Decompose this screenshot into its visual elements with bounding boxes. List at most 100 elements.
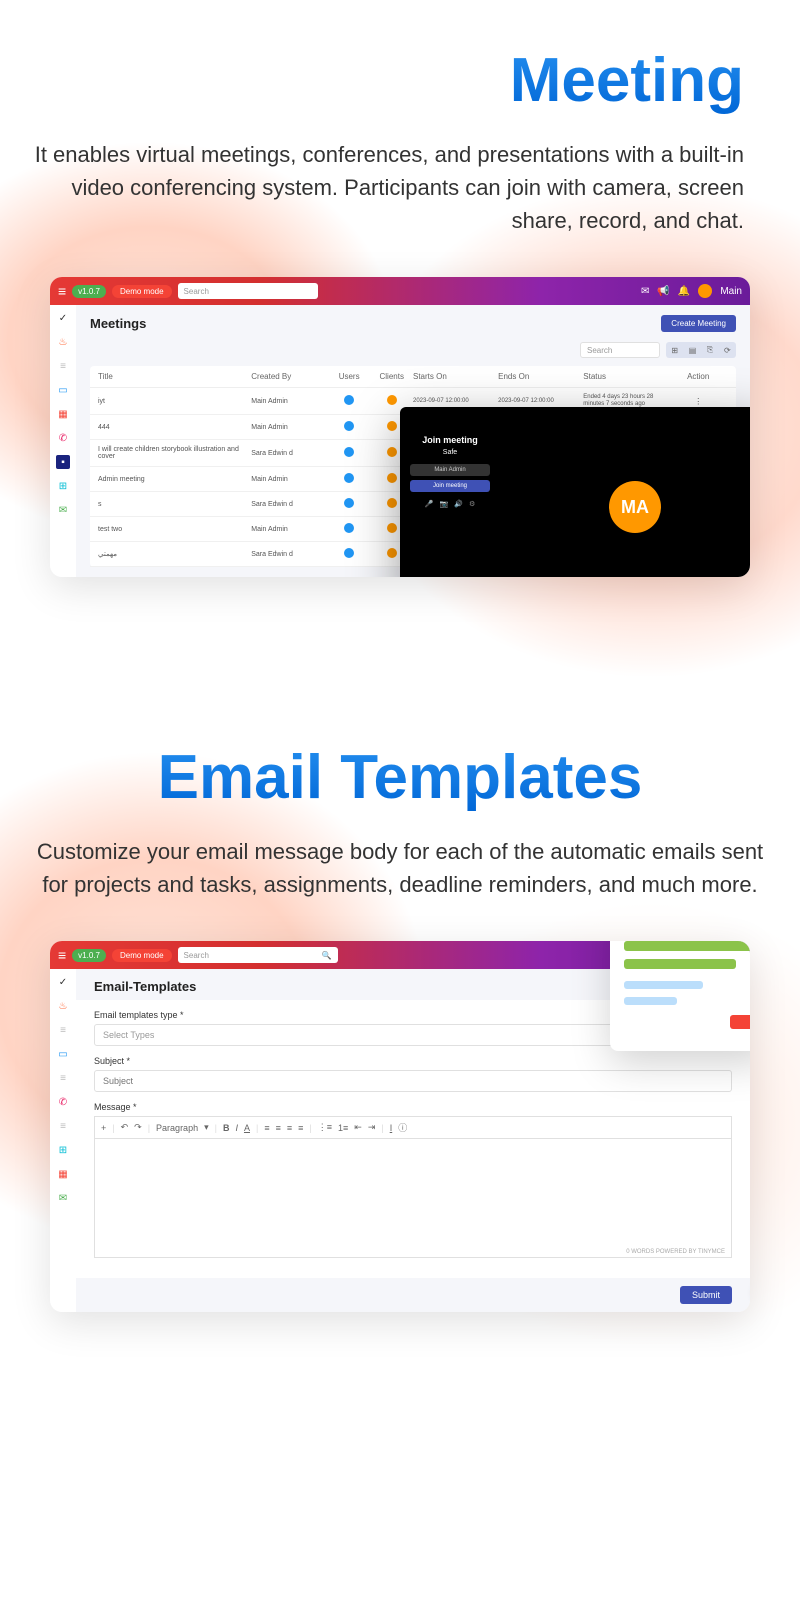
user-name[interactable]: Main xyxy=(720,286,742,297)
cell-users xyxy=(328,523,371,535)
tb-align-justify-icon[interactable]: ≡ xyxy=(298,1123,303,1133)
chevron-down-icon[interactable]: ▾ xyxy=(204,1122,209,1133)
name-input[interactable]: Main Admin xyxy=(410,464,490,476)
tb-plus-icon[interactable]: + xyxy=(101,1123,106,1133)
tb-redo-icon[interactable]: ↷ xyxy=(134,1122,142,1133)
cell-users xyxy=(328,548,371,560)
cell-status: Ended 4 days 23 hours 28 minutes 7 secon… xyxy=(583,394,668,408)
settings-icon[interactable]: ⚙ xyxy=(469,500,475,508)
th-starts[interactable]: Starts On xyxy=(413,372,498,381)
create-meeting-button[interactable]: Create Meeting xyxy=(661,315,736,332)
editor-footer: 0 WORDS POWERED BY TINYMCE xyxy=(626,1249,725,1255)
template-preview-card xyxy=(610,941,750,1051)
video-call-overlay: Join meeting Safe Main Admin Join meetin… xyxy=(400,407,750,577)
menu-icon[interactable]: ≡ xyxy=(58,283,66,299)
th-clients[interactable]: Clients xyxy=(370,372,413,381)
tb-indent-icon[interactable]: ⇥ xyxy=(368,1122,376,1133)
join-title: Join meeting xyxy=(410,435,490,445)
mail-icon[interactable]: ✉ xyxy=(641,286,649,297)
cell-action[interactable]: ⋮ xyxy=(668,397,728,406)
tb-numlist-icon[interactable]: 1≡ xyxy=(338,1123,348,1133)
sidebar: ✓ ♨ ≡ ▭ ≡ ✆ ≡ ⊞ ▦ ✉ xyxy=(50,969,76,1312)
sidebar-msg-icon[interactable]: ✉ xyxy=(56,1191,70,1205)
tb-clear-icon[interactable]: I xyxy=(390,1123,393,1133)
tb-undo-icon[interactable]: ↶ xyxy=(121,1122,129,1133)
cell-ends: 2023-09-07 12:00:00 xyxy=(498,398,583,405)
sidebar-cal-icon[interactable]: ▦ xyxy=(56,1167,70,1181)
meeting-title: Meeting xyxy=(0,0,800,116)
cell-title: 444 xyxy=(98,424,251,431)
message-label: Message * xyxy=(94,1102,732,1112)
tb-color-icon[interactable]: A xyxy=(244,1123,250,1133)
sidebar-list2-icon[interactable]: ≡ xyxy=(56,1071,70,1085)
tb-align-left-icon[interactable]: ≡ xyxy=(264,1123,269,1133)
cell-title: Admin meeting xyxy=(98,476,251,483)
participant-avatar: MA xyxy=(609,481,661,533)
sidebar-grid-icon[interactable]: ⊞ xyxy=(56,1143,70,1157)
th-ends[interactable]: Ends On xyxy=(498,372,583,381)
tb-bold-icon[interactable]: B xyxy=(223,1123,230,1133)
avatar[interactable] xyxy=(698,284,712,298)
email-title: Email Templates xyxy=(0,697,800,813)
sidebar-flame-icon[interactable]: ♨ xyxy=(56,999,70,1013)
join-button[interactable]: Join meeting xyxy=(410,480,490,492)
cell-users xyxy=(328,447,371,459)
preview-line xyxy=(624,997,677,1005)
email-app-card: ≡ v1.0.7 Demo mode Search🔍 ✓ ♨ ≡ ▭ ≡ ✆ ≡… xyxy=(50,941,750,1312)
preview-line xyxy=(624,959,736,969)
table-search-input[interactable]: Search xyxy=(580,342,660,358)
sidebar-list3-icon[interactable]: ≡ xyxy=(56,1119,70,1133)
cell-clients xyxy=(370,395,413,407)
sidebar-flame-icon[interactable]: ♨ xyxy=(56,335,70,349)
th-status[interactable]: Status xyxy=(583,372,668,381)
sidebar-doc-icon[interactable]: ▭ xyxy=(56,1047,70,1061)
search-input[interactable]: Search🔍 xyxy=(178,947,338,963)
cell-users xyxy=(328,395,371,407)
sidebar-list-icon[interactable]: ≡ xyxy=(56,1023,70,1037)
cell-created: Main Admin xyxy=(251,424,328,431)
submit-button[interactable]: Submit xyxy=(680,1286,732,1304)
tb-outdent-icon[interactable]: ⇤ xyxy=(354,1122,362,1133)
cell-title: test two xyxy=(98,526,251,533)
editor-body[interactable]: 0 WORDS POWERED BY TINYMCE xyxy=(94,1138,732,1258)
cell-starts: 2023-09-07 12:00:00 xyxy=(413,398,498,405)
th-title[interactable]: Title xyxy=(98,372,251,381)
sidebar-check-icon[interactable]: ✓ xyxy=(56,311,70,325)
sidebar-phone-icon[interactable]: ✆ xyxy=(56,431,70,445)
sidebar-check-icon[interactable]: ✓ xyxy=(56,975,70,989)
announce-icon[interactable]: 📢 xyxy=(657,286,669,297)
th-users[interactable]: Users xyxy=(328,372,371,381)
search-input[interactable]: Search xyxy=(178,283,318,299)
sidebar-active-icon[interactable]: ▪ xyxy=(56,455,70,469)
subject-input[interactable] xyxy=(94,1070,732,1092)
th-action[interactable]: Action xyxy=(668,372,728,381)
editor-toolbar[interactable]: + | ↶ ↷ | Paragraph ▾ | B I A xyxy=(94,1116,732,1138)
email-desc: Customize your email message body for ea… xyxy=(0,813,800,901)
sidebar-phone-icon[interactable]: ✆ xyxy=(56,1095,70,1109)
sidebar-grid-icon[interactable]: ⊞ xyxy=(56,479,70,493)
bell-icon[interactable]: 🔔 xyxy=(678,286,690,297)
cell-users xyxy=(328,473,371,485)
cell-title: مهمتي xyxy=(98,550,251,558)
menu-icon[interactable]: ≡ xyxy=(58,947,66,963)
th-created[interactable]: Created By xyxy=(251,372,328,381)
tb-help-icon[interactable]: ⓘ xyxy=(398,1121,407,1134)
sidebar-doc-icon[interactable]: ▭ xyxy=(56,383,70,397)
cam-icon[interactable]: 📷 xyxy=(440,500,449,508)
preview-line xyxy=(624,981,703,989)
tb-align-right-icon[interactable]: ≡ xyxy=(287,1123,292,1133)
mic-icon[interactable]: 🎤 xyxy=(425,500,434,508)
speaker-icon[interactable]: 🔊 xyxy=(454,500,463,508)
cell-title: s xyxy=(98,501,251,508)
tb-paragraph[interactable]: Paragraph xyxy=(156,1123,198,1133)
tb-list-icon[interactable]: ⋮≡ xyxy=(318,1122,332,1133)
sidebar-cal-icon[interactable]: ▦ xyxy=(56,407,70,421)
sidebar-list-icon[interactable]: ≡ xyxy=(56,359,70,373)
meeting-desc: It enables virtual meetings, conferences… xyxy=(0,116,800,237)
version-badge: v1.0.7 xyxy=(72,285,106,298)
tb-align-center-icon[interactable]: ≡ xyxy=(276,1123,281,1133)
export-buttons[interactable]: ⊞▤⎘⟳ xyxy=(666,342,736,358)
sidebar-msg-icon[interactable]: ✉ xyxy=(56,503,70,517)
preview-line xyxy=(624,941,750,951)
tb-italic-icon[interactable]: I xyxy=(235,1123,238,1133)
